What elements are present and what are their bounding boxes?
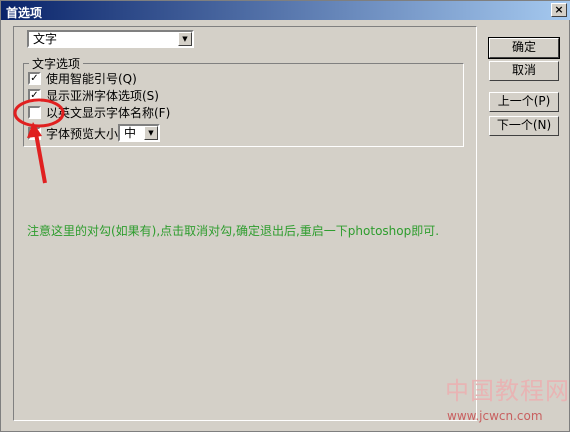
- chevron-down-icon[interactable]: ▼: [178, 32, 192, 46]
- option-label: 使用智能引号(Q): [46, 71, 137, 86]
- title-bar: 首选项 ×: [1, 1, 570, 20]
- option-label: 以英文显示字体名称(F): [46, 105, 171, 120]
- close-icon: ×: [554, 3, 564, 16]
- next-button[interactable]: 下一个(N): [489, 116, 559, 136]
- window-title: 首选项: [6, 6, 43, 20]
- option-asian-fonts[interactable]: ✓ 显示亚洲字体选项(S): [28, 87, 159, 103]
- prev-button[interactable]: 上一个(P): [489, 92, 559, 112]
- option-english-font-names[interactable]: 以英文显示字体名称(F): [28, 104, 170, 120]
- preview-size-value: 中: [124, 126, 137, 140]
- ok-button[interactable]: 确定: [488, 37, 560, 59]
- cancel-button[interactable]: 取消: [489, 61, 559, 81]
- checkbox-preview-size[interactable]: ✓: [28, 126, 41, 140]
- section-select-value: 文字: [33, 32, 58, 46]
- option-label: 字体预览大小:: [46, 126, 123, 141]
- checkbox-english-font-names[interactable]: [28, 105, 41, 119]
- close-button[interactable]: ×: [551, 3, 567, 17]
- section-select[interactable]: 文字 ▼: [27, 30, 194, 48]
- watermark-url: www.jcwcn.com: [447, 409, 543, 423]
- checkbox-asian-fonts[interactable]: ✓: [28, 88, 41, 102]
- instruction-note: 注意这里的对勾(如果有),点击取消对勾,确定退出后,重启一下photoshop即…: [27, 224, 440, 238]
- option-smart-quotes[interactable]: ✓ 使用智能引号(Q): [28, 70, 137, 86]
- checkbox-smart-quotes[interactable]: ✓: [28, 71, 41, 85]
- watermark-title: 中国教程网: [445, 377, 570, 405]
- option-label: 显示亚洲字体选项(S): [46, 88, 159, 103]
- option-preview-size[interactable]: ✓ 字体预览大小:: [28, 125, 122, 141]
- preferences-dialog: 首选项 × 文字 ▼ 文字选项 ✓ 使用智能引号(Q) ✓ 显示亚洲字体选项(S…: [0, 0, 570, 432]
- site-watermark: 中国教程网 www.jcwcn.com: [441, 371, 570, 432]
- preview-size-select[interactable]: 中 ▼: [118, 124, 160, 142]
- chevron-down-icon[interactable]: ▼: [144, 126, 158, 140]
